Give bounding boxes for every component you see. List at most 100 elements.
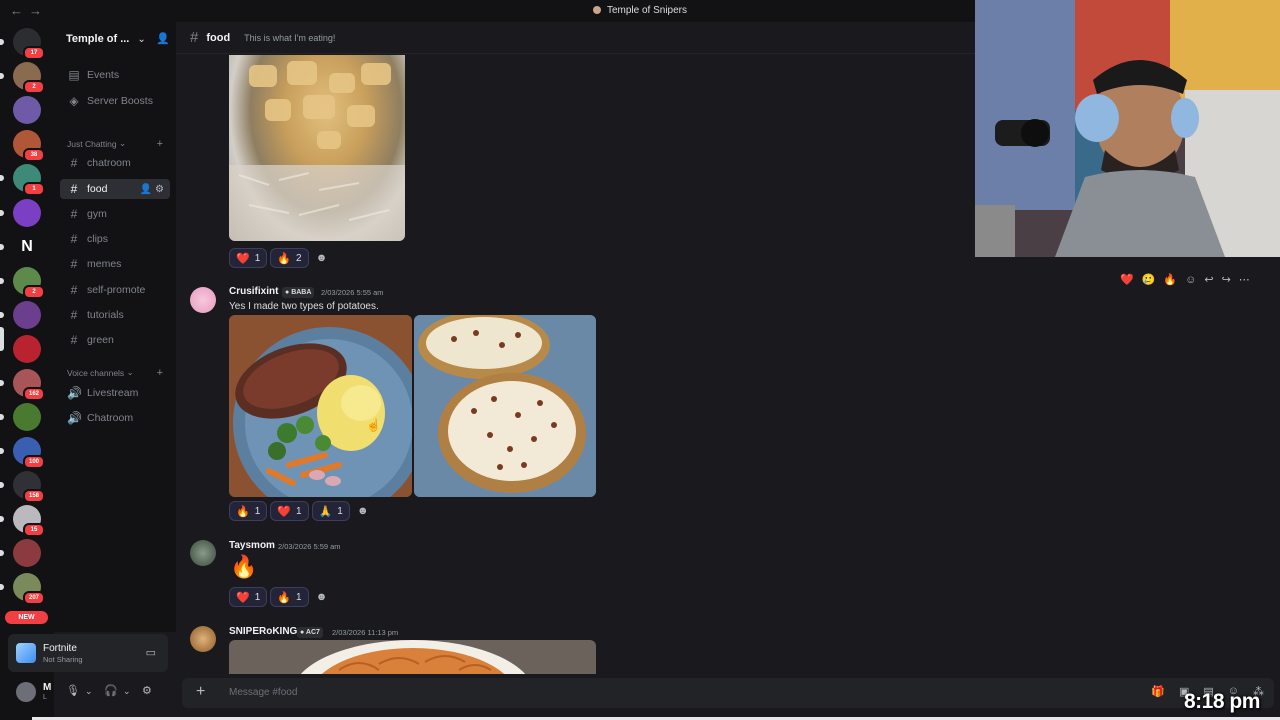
new-unreads-pill[interactable]: NEW bbox=[5, 611, 48, 624]
role-tag-label: AC7 bbox=[305, 629, 320, 636]
add-attachment-button[interactable]: + bbox=[196, 683, 205, 701]
category-just-chatting[interactable]: Just Chatting ⌄ + bbox=[67, 138, 163, 150]
gear-icon[interactable]: ⚙ bbox=[142, 684, 152, 697]
boost-icon: ◈ bbox=[69, 94, 79, 108]
channel-food[interactable]: # food 👤 ⚙ bbox=[60, 179, 170, 199]
reaction-button[interactable]: 🔥 1 bbox=[270, 587, 309, 607]
channel-green[interactable]: # green bbox=[60, 330, 170, 350]
laugh-reaction-icon[interactable]: 🥲 bbox=[1142, 273, 1156, 286]
unread-indicator bbox=[0, 73, 4, 79]
server-icon[interactable] bbox=[13, 335, 41, 363]
reply-icon[interactable]: ↩ bbox=[1204, 273, 1213, 286]
server-icon[interactable] bbox=[13, 403, 41, 431]
add-channel-icon[interactable]: + bbox=[157, 138, 163, 150]
add-reaction-icon[interactable]: ☺ bbox=[1185, 274, 1196, 286]
server-icon[interactable]: 1 bbox=[13, 164, 45, 196]
unread-indicator bbox=[0, 278, 4, 284]
reaction-button[interactable]: ❤️ 1 bbox=[270, 501, 309, 521]
unread-indicator bbox=[0, 550, 4, 556]
add-reaction-icon[interactable]: ☻ bbox=[312, 248, 332, 268]
unread-indicator bbox=[0, 175, 4, 181]
game-icon bbox=[16, 643, 36, 663]
server-header[interactable]: Temple of ... ⌄ 👤 bbox=[66, 30, 170, 48]
chevron-down-icon: ⌄ bbox=[137, 33, 146, 45]
mention-badge: 162 bbox=[23, 387, 45, 401]
channel-clips[interactable]: # clips bbox=[60, 229, 170, 249]
sidebar-item-events[interactable]: ▤ Events bbox=[60, 65, 170, 85]
add-channel-icon[interactable]: + bbox=[157, 367, 163, 379]
server-icon[interactable]: 38 bbox=[13, 130, 45, 162]
sidebar-item-server-boosts[interactable]: ◈ Server Boosts bbox=[60, 91, 170, 111]
reaction-button[interactable]: ❤️ 1 bbox=[229, 248, 268, 268]
message-author[interactable]: Taysmom bbox=[229, 540, 275, 551]
timestamp: 2/03/2026 11:13 pm bbox=[332, 628, 399, 637]
channel-label: food bbox=[87, 183, 108, 195]
hash-icon: # bbox=[190, 29, 199, 46]
server-icon[interactable]: 2 bbox=[13, 62, 45, 94]
channel-chatroom[interactable]: # chatroom bbox=[60, 153, 170, 173]
invite-people-icon[interactable]: 👤 bbox=[156, 32, 170, 45]
channel-memes[interactable]: # memes bbox=[60, 254, 170, 274]
avatar[interactable] bbox=[190, 626, 216, 652]
voice-channel-livestream[interactable]: 🔊 Livestream bbox=[60, 383, 170, 403]
channel-self-promote[interactable]: # self-promote bbox=[60, 280, 170, 300]
server-icon[interactable]: 207 bbox=[13, 573, 45, 605]
message-author[interactable]: SNIPERoKING bbox=[229, 626, 297, 637]
food-photo-baked-potatoes[interactable] bbox=[414, 315, 596, 497]
speaker-icon: 🔊 bbox=[67, 386, 82, 400]
headphones-icon[interactable]: 🎧 bbox=[104, 684, 118, 697]
fire-reaction-icon[interactable]: 🔥 bbox=[1163, 273, 1177, 286]
channel-label: clips bbox=[87, 233, 109, 245]
add-reaction-icon[interactable]: ☻ bbox=[312, 587, 332, 607]
channel-label: tutorials bbox=[87, 309, 124, 321]
server-icon[interactable] bbox=[13, 96, 41, 124]
hash-icon: # bbox=[70, 333, 78, 347]
forward-icon[interactable]: ↪ bbox=[1222, 273, 1231, 286]
server-icon[interactable]: 100 bbox=[13, 437, 45, 469]
category-voice-channels[interactable]: Voice channels ⌄ + bbox=[67, 367, 163, 379]
avatar[interactable] bbox=[190, 287, 216, 313]
channel-name: food bbox=[206, 31, 231, 44]
timestamp: 2/03/2026 5:55 am bbox=[321, 288, 384, 297]
chevron-down-icon[interactable]: ⌄ bbox=[85, 686, 93, 697]
activity-panel[interactable]: Fortnite Not Sharing ▭ bbox=[8, 634, 168, 672]
server-icon[interactable]: N bbox=[13, 233, 41, 261]
mention-badge: 17 bbox=[23, 46, 45, 60]
server-icon[interactable]: 162 bbox=[13, 369, 45, 401]
gift-icon[interactable]: 🎁 bbox=[1151, 685, 1165, 698]
server-icon[interactable] bbox=[13, 301, 41, 329]
photo-illustration bbox=[229, 315, 412, 497]
more-icon[interactable]: ⋯ bbox=[1239, 273, 1250, 286]
message-author[interactable]: Crusifixint bbox=[229, 286, 278, 297]
chevron-down-icon: ⌄ bbox=[119, 138, 127, 148]
food-photo-steak-plate[interactable] bbox=[229, 315, 412, 497]
server-icon[interactable]: 17 bbox=[13, 28, 45, 60]
message-input[interactable]: Message #food bbox=[229, 687, 297, 698]
add-reaction-icon[interactable]: ☻ bbox=[353, 501, 373, 521]
channel-settings-icons[interactable]: 👤 ⚙ bbox=[140, 184, 164, 195]
reaction-button[interactable]: 🙏 1 bbox=[311, 501, 350, 521]
food-photo-chicken-rice[interactable] bbox=[229, 55, 405, 241]
server-icon[interactable]: 2 bbox=[13, 267, 45, 299]
microphone-icon[interactable]: 🎙 bbox=[66, 684, 80, 697]
avatar[interactable] bbox=[190, 540, 216, 566]
reaction-count: 1 bbox=[337, 505, 343, 517]
chevron-down-icon[interactable]: ⌄ bbox=[123, 686, 131, 697]
voice-channel-chatroom[interactable]: 🔊 Chatroom bbox=[60, 408, 170, 428]
server-name: Temple of ... bbox=[66, 33, 130, 45]
reaction-emoji: ❤️ bbox=[277, 505, 291, 518]
reaction-button[interactable]: 🔥 2 bbox=[270, 248, 309, 268]
server-icon[interactable]: 158 bbox=[13, 471, 45, 503]
server-icon[interactable] bbox=[13, 199, 41, 227]
activity-status: Not Sharing bbox=[43, 655, 83, 664]
reaction-button[interactable]: 🔥 1 bbox=[229, 501, 268, 521]
food-photo-pasta[interactable] bbox=[229, 640, 596, 674]
channel-gym[interactable]: # gym bbox=[60, 204, 170, 224]
channel-tutorials[interactable]: # tutorials bbox=[60, 305, 170, 325]
server-icon[interactable] bbox=[13, 539, 41, 567]
server-icon[interactable]: 15 bbox=[13, 505, 45, 537]
screen-share-icon[interactable]: ▭ bbox=[146, 646, 156, 659]
avatar[interactable] bbox=[16, 682, 36, 702]
heart-reaction-icon[interactable]: ❤️ bbox=[1120, 273, 1134, 286]
reaction-button[interactable]: ❤️ 1 bbox=[229, 587, 268, 607]
